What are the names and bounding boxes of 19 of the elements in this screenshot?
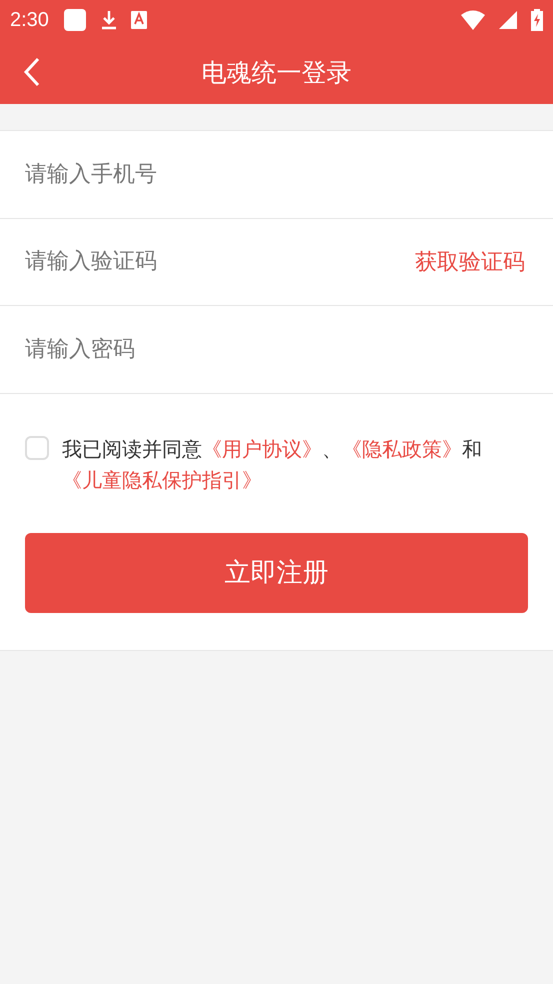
agreement-link[interactable]: 《隐私政策》 (342, 436, 462, 460)
app-icon (62, 8, 87, 32)
agreement-text: 我已阅读并同意《用户协议》、《隐私政策》和 《儿童隐私保护指引》 (62, 436, 483, 494)
get-code-button[interactable]: 获取验证码 (415, 246, 525, 277)
notification-icon (130, 11, 147, 29)
page-title: 电魂统一登录 (202, 56, 352, 88)
input-field[interactable]: 请输入手机号 (25, 144, 525, 204)
register-button[interactable]: 立即注册 (25, 532, 528, 612)
agreement-link[interactable]: 《用户协议》 (202, 436, 322, 460)
battery-icon (531, 9, 543, 31)
status-time: 2:30 (10, 8, 49, 32)
download-icon (100, 10, 117, 30)
input-field[interactable]: 请输入验证码 (25, 232, 415, 292)
agree-checkbox[interactable] (25, 436, 49, 460)
agreement-link[interactable]: 《儿童隐私保护指引》 (62, 468, 262, 492)
input-field[interactable]: 请输入密码 (25, 319, 525, 380)
wifi-icon (461, 10, 485, 30)
signal-icon (499, 11, 517, 29)
back-icon[interactable] (23, 57, 41, 87)
